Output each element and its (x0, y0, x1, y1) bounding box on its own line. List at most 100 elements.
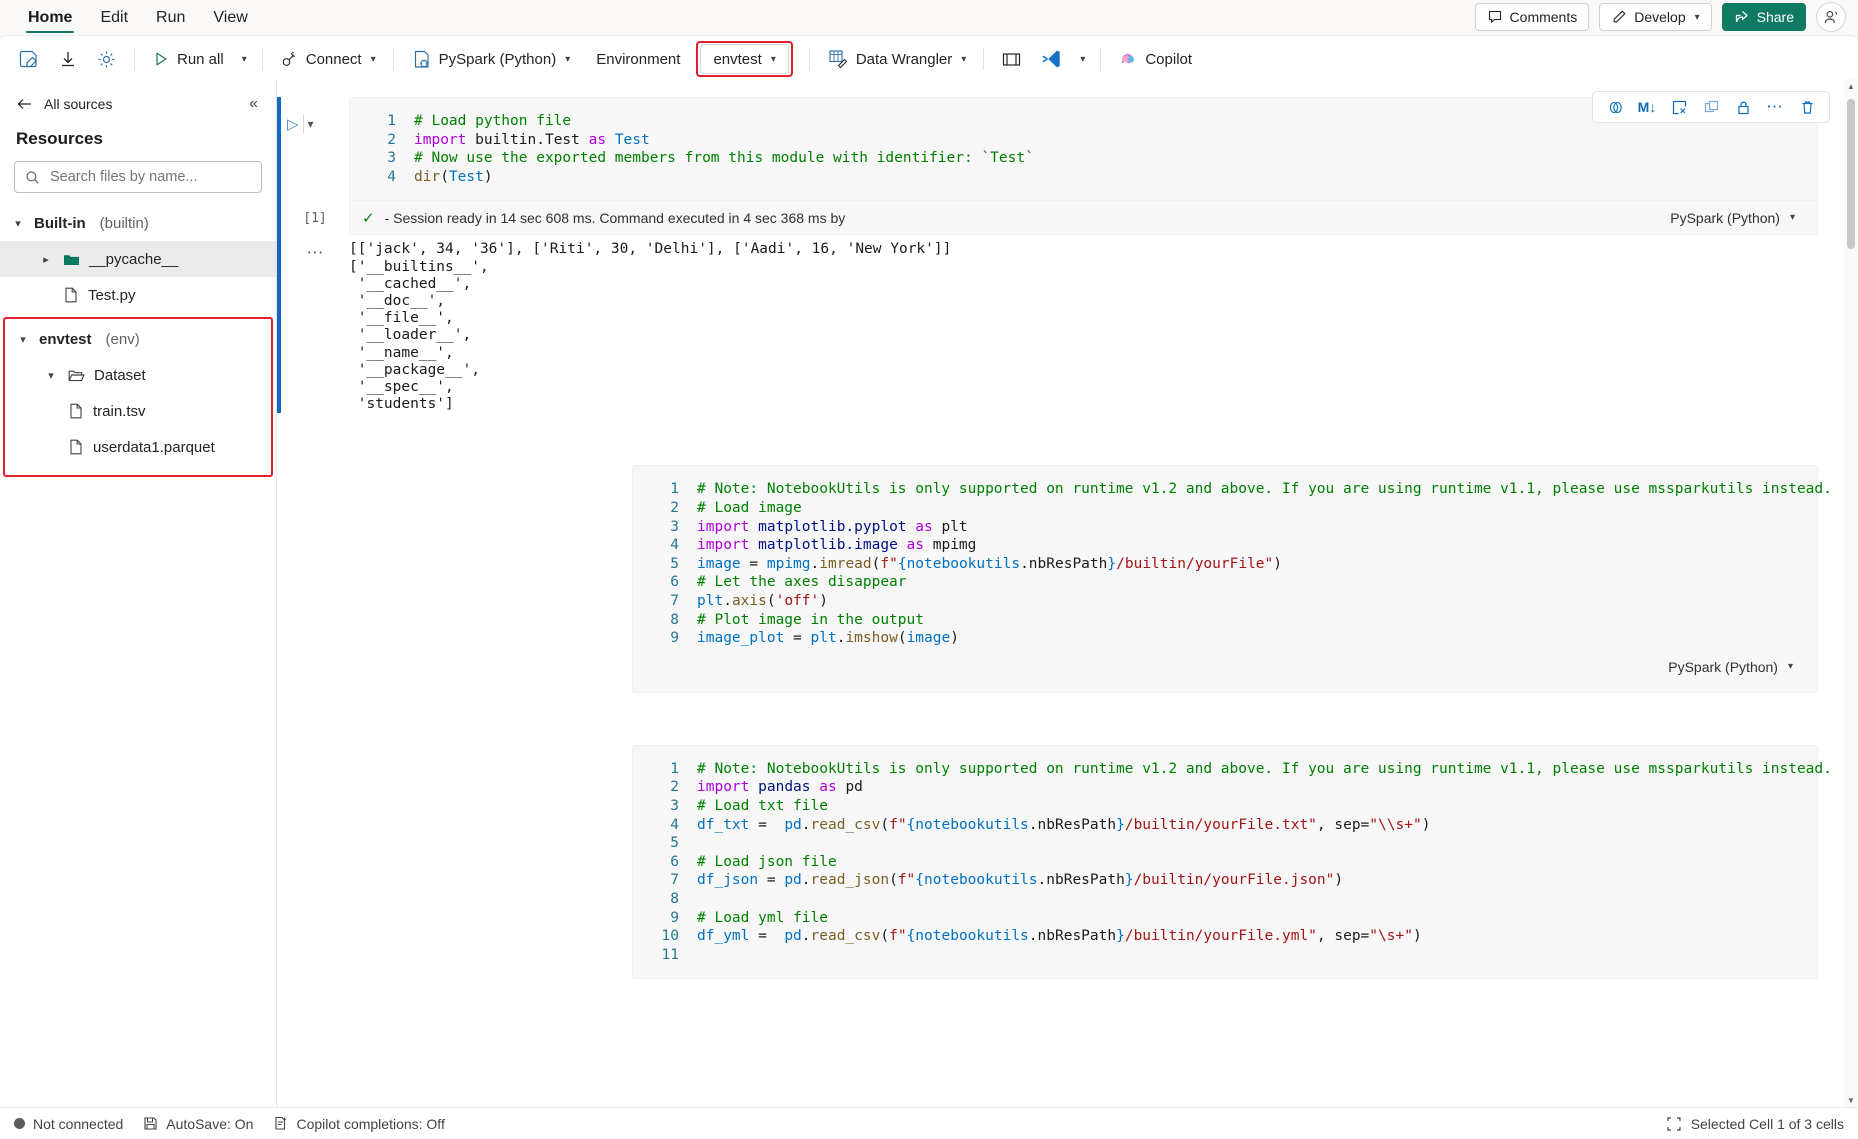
more-options-icon[interactable]: ⋯ (1761, 94, 1789, 120)
scrollbar-thumb[interactable] (1847, 99, 1855, 249)
tree-item-dataset[interactable]: ▾ Dataset (5, 357, 271, 393)
connect-button[interactable]: Connect ▾ (272, 43, 384, 75)
download-icon (58, 49, 78, 69)
code-content-cell-3: 1 # Note: NotebookUtils is only supported… (661, 760, 1832, 963)
copilot-button[interactable]: Copilot (1110, 43, 1200, 75)
code-content-cell-1: 1 # Load python file 2 import builtin.Test… (387, 113, 1034, 185)
notebook-cell[interactable]: 1 # Note: NotebookUtils is only supported… (564, 465, 1840, 693)
delete-cell-icon[interactable] (1793, 94, 1821, 120)
vscode-icon (1040, 48, 1062, 70)
tab-run[interactable]: Run (142, 5, 199, 35)
notebook-command-bar: Run all ▾ Connect ▾ PySpark (Python) ▾ E… (0, 35, 1858, 83)
cell-language-selector[interactable]: PySpark (Python) ▾ (1660, 207, 1805, 229)
tree-group-builtin[interactable]: ▾ Built-in (builtin) (0, 205, 276, 241)
tab-home[interactable]: Home (14, 5, 86, 35)
convert-to-markdown-icon[interactable]: M↓ (1633, 94, 1661, 120)
duplicate-cell-icon[interactable] (1697, 94, 1725, 120)
chevron-down-icon: ▾ (370, 53, 376, 65)
vscode-button[interactable] (1032, 43, 1070, 75)
person-add-icon (1823, 9, 1840, 26)
output-more-icon[interactable]: ⋯ (281, 241, 349, 413)
code-editor[interactable]: 1 # Note: NotebookUtils is only supported… (632, 465, 1832, 693)
notebook-kernel-icon (411, 49, 432, 70)
kernel-selector[interactable]: PySpark (Python) ▾ (403, 43, 579, 75)
divider (808, 48, 810, 70)
tab-edit[interactable]: Edit (86, 5, 142, 35)
all-sources-back[interactable]: All sources « (0, 89, 276, 119)
folder-icon (62, 250, 81, 269)
merge-cells-icon[interactable] (1601, 94, 1629, 120)
tree-item-pycache[interactable]: ▸ __pycache__ (0, 241, 276, 277)
tree-item-train-tsv[interactable]: train.tsv (5, 393, 271, 429)
all-sources-label: All sources (44, 96, 113, 112)
data-wrangler-button[interactable]: Data Wrangler ▾ (819, 43, 974, 75)
share-button[interactable]: Share (1721, 3, 1806, 31)
success-check-icon: ✓ (362, 209, 375, 227)
copilot-icon (1118, 49, 1138, 69)
environment-button[interactable]: Environment (588, 43, 688, 75)
lock-cell-icon[interactable] (1729, 94, 1757, 120)
connect-label: Connect (305, 50, 362, 68)
code-editor[interactable]: 1 # Note: NotebookUtils is only supported… (632, 744, 1832, 980)
autosave-status[interactable]: AutoSave: On (143, 1116, 253, 1132)
chevron-right-icon[interactable]: ▸ (38, 253, 54, 266)
chevron-down-icon[interactable]: ▾ (10, 217, 26, 230)
cell-run-gutter: ▷ ▾ (287, 115, 314, 133)
search-files-box[interactable] (14, 161, 262, 193)
run-all-label: Run all (177, 50, 224, 68)
run-all-button[interactable]: Run all (144, 43, 232, 75)
run-all-dropdown[interactable]: ▾ (234, 43, 253, 75)
tree-group-label: Built-in (34, 214, 86, 232)
tree-item-label: Dataset (94, 366, 146, 384)
code-content-cell-2: 1 # Note: NotebookUtils is only supported… (670, 481, 1832, 647)
share-icon (1734, 9, 1750, 25)
connection-status[interactable]: Not connected (14, 1116, 123, 1132)
cell-language-selector[interactable]: PySpark (Python) ▾ (1658, 656, 1803, 678)
share-people-button[interactable] (1816, 2, 1846, 32)
connection-status-label: Not connected (33, 1115, 124, 1132)
panel-layout-button[interactable] (993, 43, 1030, 75)
collapse-panel-icon[interactable]: « (249, 95, 262, 113)
folder-open-icon (67, 366, 86, 385)
tree-item-userdata1-parquet[interactable]: userdata1.parquet (5, 429, 271, 465)
chevron-down-icon[interactable]: ▾ (43, 369, 59, 382)
autosave-label: AutoSave: On (166, 1115, 254, 1132)
save-notebook-button[interactable] (10, 43, 48, 75)
chevron-down-icon: ▾ (1789, 212, 1795, 224)
notebook-cell[interactable]: 1 # Note: NotebookUtils is only supported… (564, 744, 1840, 980)
develop-label: Develop (1634, 9, 1686, 25)
cell-output: ⋯ [['jack', 34, '36'], ['Riti', 30, 'Del… (281, 241, 1840, 413)
vscode-dropdown[interactable]: ▾ (1072, 43, 1091, 75)
tab-view[interactable]: View (199, 5, 261, 35)
cell-execution-row: [1] ✓ - Session ready in 14 sec 608 ms. … (281, 201, 1840, 236)
settings-button[interactable] (88, 43, 125, 75)
chevron-down-icon[interactable]: ▾ (308, 117, 314, 131)
file-icon (62, 286, 80, 304)
clear-output-icon[interactable] (1665, 94, 1693, 120)
notebook-cell[interactable]: ▷ ▾ 1 # Load python file 2 import builtin.… (277, 97, 1840, 414)
copilot-completions-status[interactable]: Copilot completions: Off (273, 1116, 445, 1132)
tree-item-label: userdata1.parquet (93, 438, 215, 456)
scroll-down-icon[interactable]: ▼ (1844, 1093, 1858, 1107)
scroll-up-icon[interactable]: ▲ (1844, 79, 1858, 93)
search-input[interactable] (48, 168, 251, 186)
download-button[interactable] (50, 43, 86, 75)
search-icon (25, 170, 40, 185)
chevron-down-icon: ▾ (770, 53, 776, 65)
plug-icon (280, 50, 299, 69)
tree-item-test-py[interactable]: Test.py (0, 277, 276, 313)
notebook-scrollbar[interactable]: ▲ ▼ (1844, 79, 1858, 1107)
env-selector[interactable]: envtest ▾ (700, 44, 789, 74)
execution-index: [1] (303, 210, 327, 226)
tree-item-label: Test.py (88, 286, 136, 304)
comments-button[interactable]: Comments (1474, 3, 1590, 31)
arrow-left-icon (16, 95, 34, 113)
chevron-down-icon: ▾ (961, 53, 967, 65)
tree-group-envtest[interactable]: ▾ envtest (env) (5, 321, 271, 357)
chevron-down-icon[interactable]: ▾ (15, 333, 31, 346)
chevron-down-icon: ▾ (565, 53, 571, 65)
run-cell-icon[interactable]: ▷ (287, 115, 299, 133)
develop-button[interactable]: Develop ▾ (1599, 3, 1712, 31)
selection-status[interactable]: Selected Cell 1 of 3 cells (1666, 1116, 1844, 1132)
